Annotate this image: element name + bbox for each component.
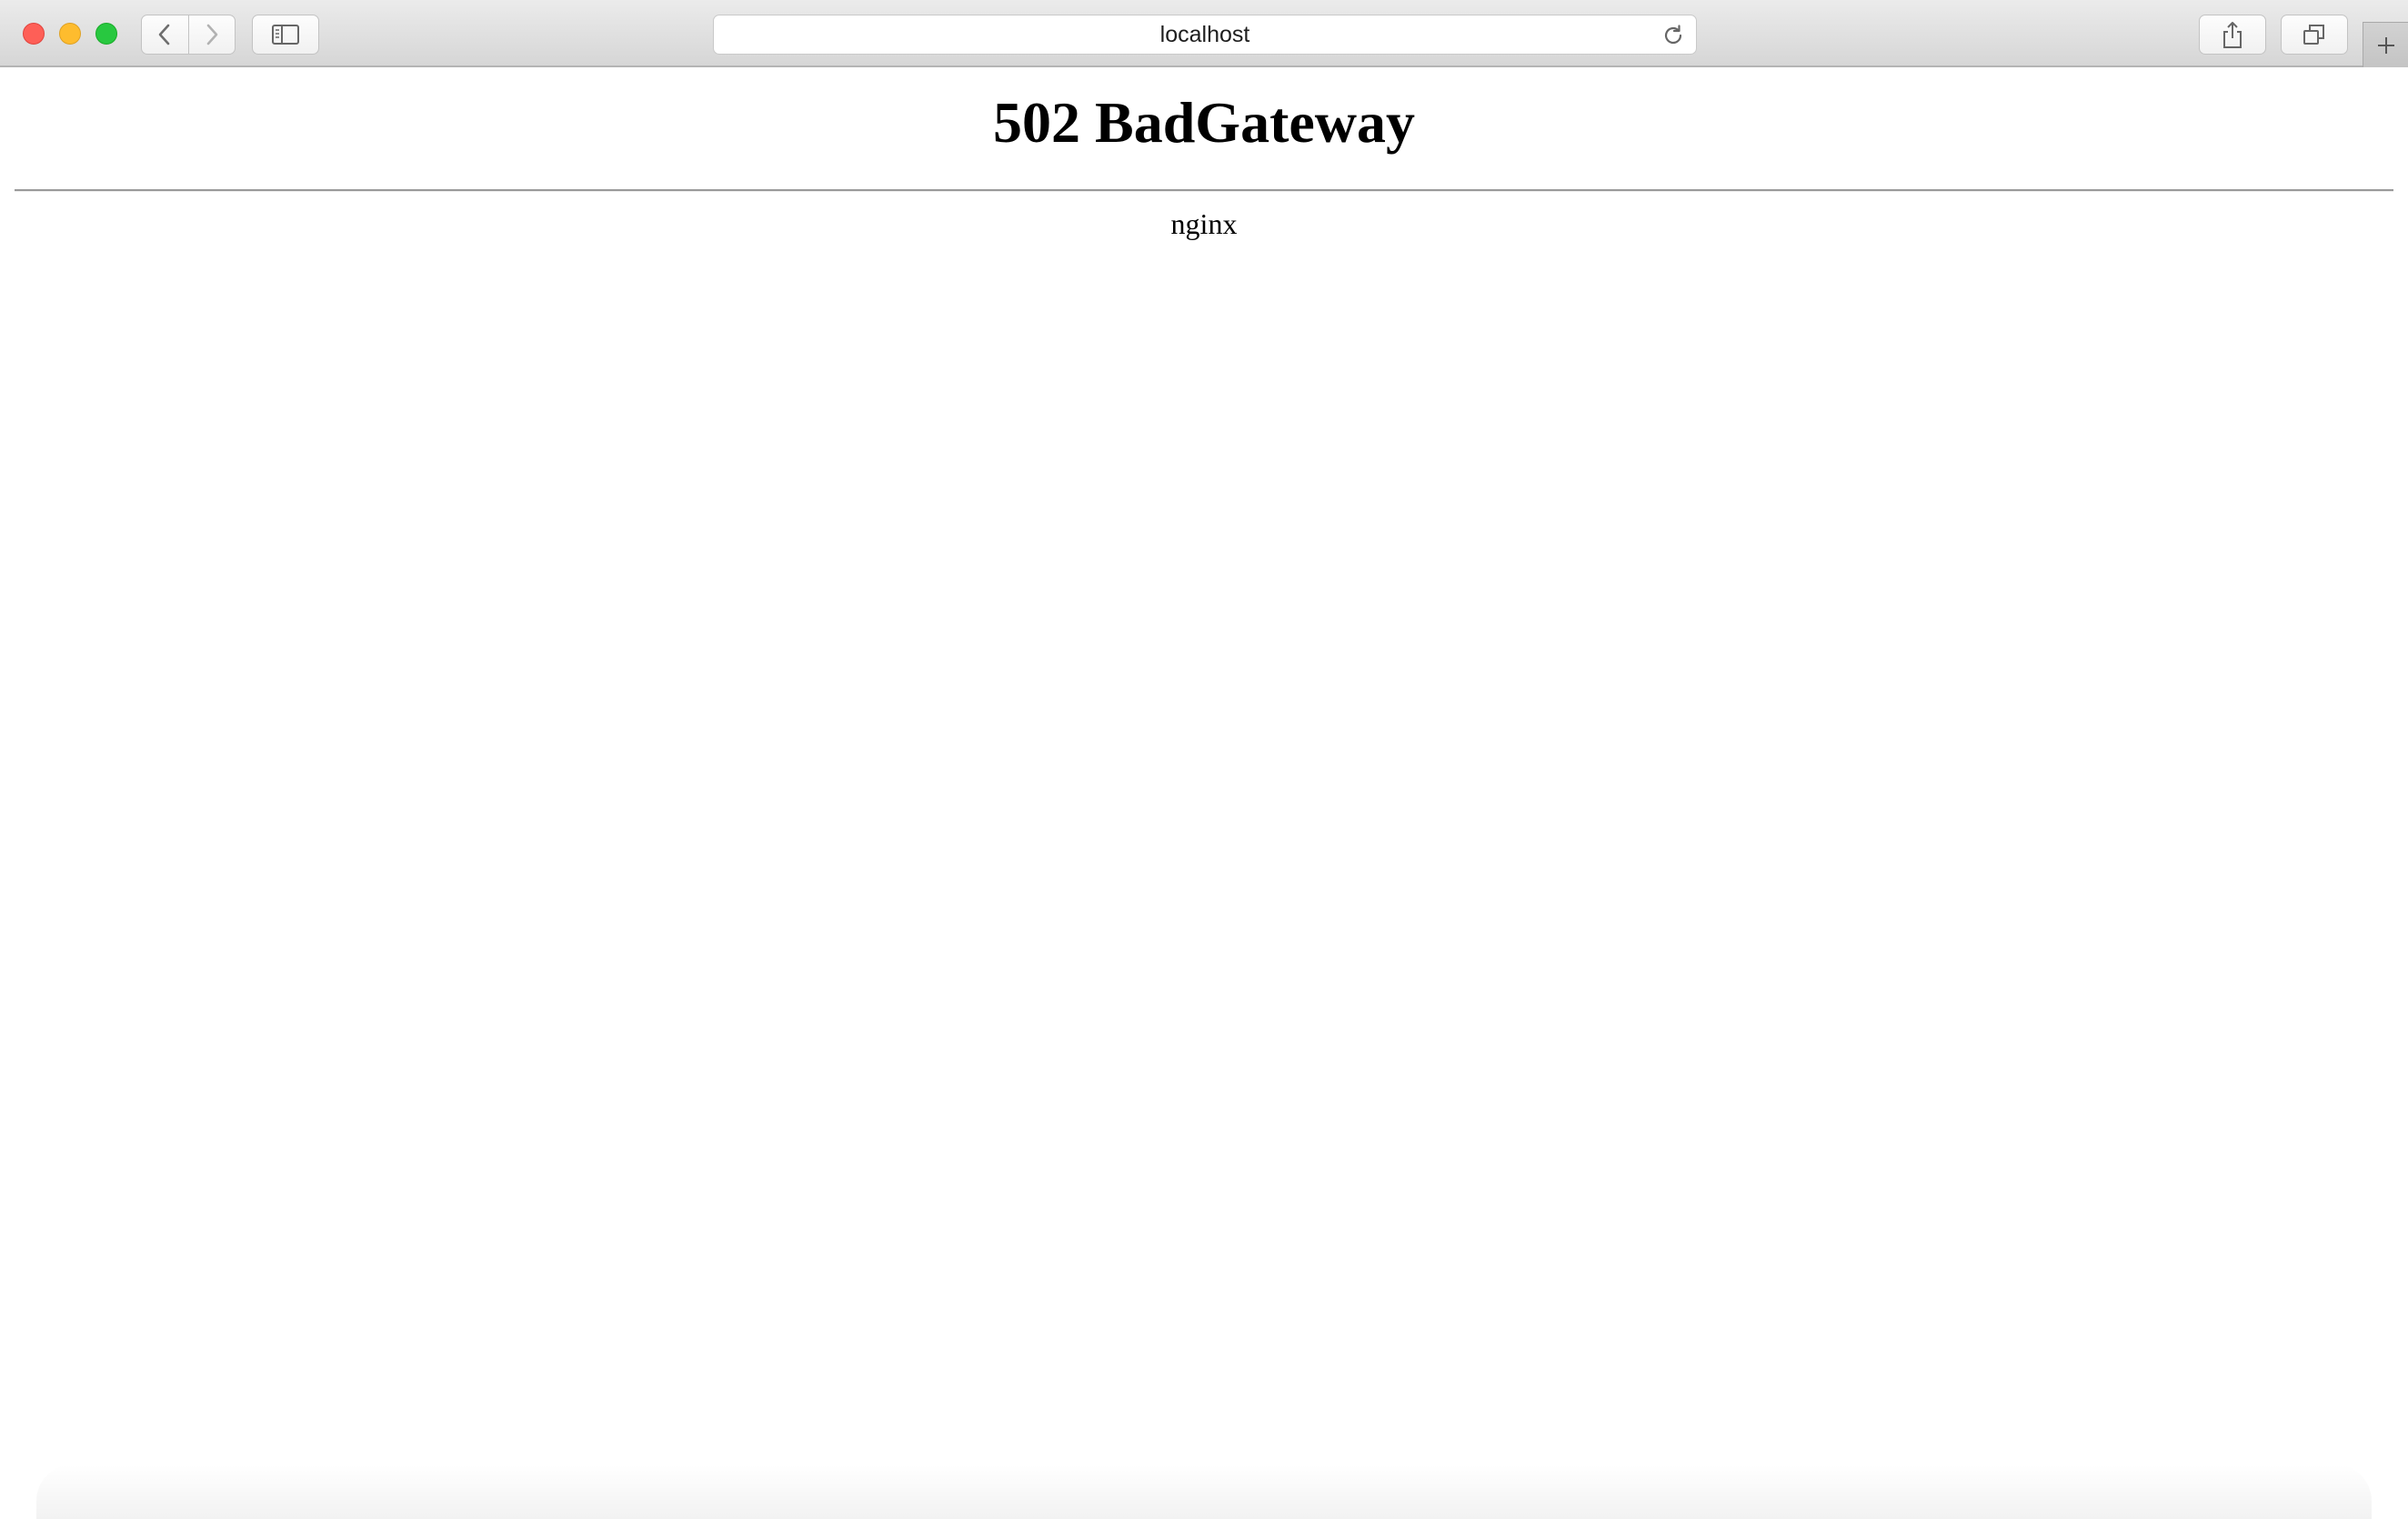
browser-window: localhost 502 BadGateway nginx: [0, 0, 2408, 1519]
navigation-buttons: [141, 15, 236, 55]
page-content: 502 BadGateway nginx: [0, 67, 2408, 1519]
chevron-left-icon: [158, 24, 170, 45]
sidebar-icon: [272, 25, 299, 45]
back-button[interactable]: [142, 15, 188, 54]
close-window-button[interactable]: [23, 23, 45, 45]
sidebar-button[interactable]: [252, 15, 319, 55]
share-button[interactable]: [2199, 15, 2266, 55]
server-name: nginx: [1170, 207, 1238, 240]
tabs-overview-icon: [2303, 25, 2324, 45]
tabs-overview-button[interactable]: [2281, 15, 2348, 55]
horizontal-divider: [15, 189, 2393, 192]
bottom-shadow: [36, 1464, 2372, 1519]
maximize-window-button[interactable]: [95, 23, 117, 45]
reload-icon[interactable]: [1661, 24, 1685, 47]
address-url[interactable]: localhost: [714, 15, 1696, 54]
browser-toolbar: localhost: [0, 0, 2408, 67]
minimize-window-button[interactable]: [59, 23, 81, 45]
plus-icon: [2377, 36, 2394, 54]
chevron-right-icon: [206, 24, 218, 45]
page-title: 502 BadGateway: [993, 90, 1415, 155]
forward-button[interactable]: [187, 15, 236, 54]
new-tab-button[interactable]: [2363, 22, 2408, 67]
share-icon: [2223, 22, 2242, 48]
address-bar[interactable]: localhost: [713, 15, 1697, 55]
